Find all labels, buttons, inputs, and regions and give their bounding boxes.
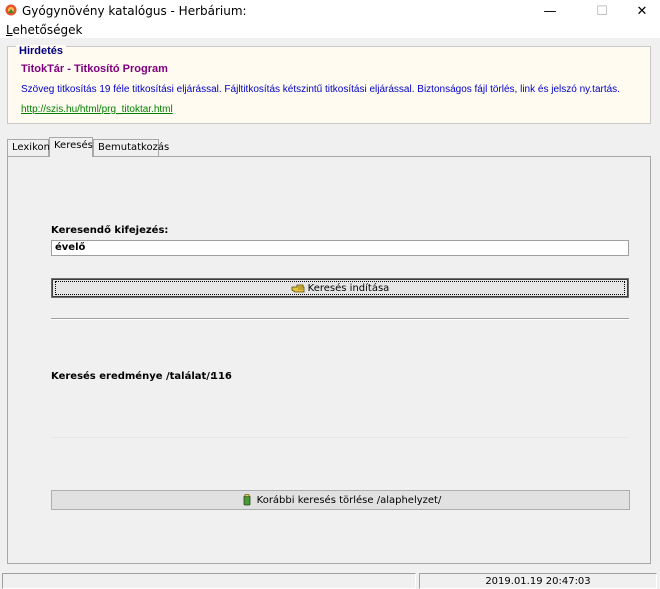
minimize-button[interactable]: — xyxy=(530,0,570,22)
ad-title: TitokTár - Titkosító Program xyxy=(21,63,168,75)
search-label: Keresendő kifejezés: xyxy=(51,225,169,236)
maximize-button[interactable]: ☐ xyxy=(582,0,622,22)
ad-panel: Hirdetés TitokTár - Titkosító Program Sz… xyxy=(7,45,651,124)
clear-search-button[interactable]: Korábbi keresés törlése /alaphelyzet/ xyxy=(51,490,630,510)
eraser-icon xyxy=(243,494,251,506)
status-main xyxy=(2,573,416,589)
tab-bemutatkozas[interactable]: Bemutatkozás xyxy=(93,139,169,156)
menu-item-options[interactable]: Lehetőségek xyxy=(6,23,83,37)
separator xyxy=(51,318,629,320)
search-panel: Keresendő kifejezés: évelő Keresés indít… xyxy=(7,156,651,564)
clear-search-label: Korábbi keresés törlése /alaphelyzet/ xyxy=(256,494,442,506)
pointing-hand-icon xyxy=(291,284,305,293)
tab-strip: Lexikon Keresés Bemutatkozás xyxy=(7,137,651,157)
status-datetime: 2019.01.19 20:47:03 xyxy=(419,573,657,589)
herb-app-icon xyxy=(5,4,17,16)
window-title: Gyógynövény katalógus - Herbárium: xyxy=(22,4,247,18)
status-bar: 2019.01.19 20:47:03 xyxy=(0,571,660,589)
result-label: Keresés eredménye /találat/: xyxy=(51,371,214,382)
ad-legend: Hirdetés xyxy=(16,45,67,57)
tab-lexikon[interactable]: Lexikon xyxy=(7,139,50,156)
close-button[interactable]: ✕ xyxy=(622,0,660,22)
title-bar[interactable]: Gyógynövény katalógus - Herbárium: — ☐ ✕ xyxy=(0,0,660,22)
separator xyxy=(51,437,629,438)
menu-bar: Lehetőségek xyxy=(0,22,660,38)
start-search-label: Keresés indítása xyxy=(307,282,390,294)
search-input[interactable]: évelő xyxy=(51,240,629,256)
ad-description: Szöveg titkosítás 19 féle titkosítási el… xyxy=(21,84,620,95)
ad-link[interactable]: http://szis.hu/html/prg_titoktar.html xyxy=(21,104,173,115)
start-search-button[interactable]: Keresés indítása xyxy=(51,278,629,298)
result-count: 116 xyxy=(211,371,232,382)
tab-kereses[interactable]: Keresés xyxy=(49,137,93,157)
